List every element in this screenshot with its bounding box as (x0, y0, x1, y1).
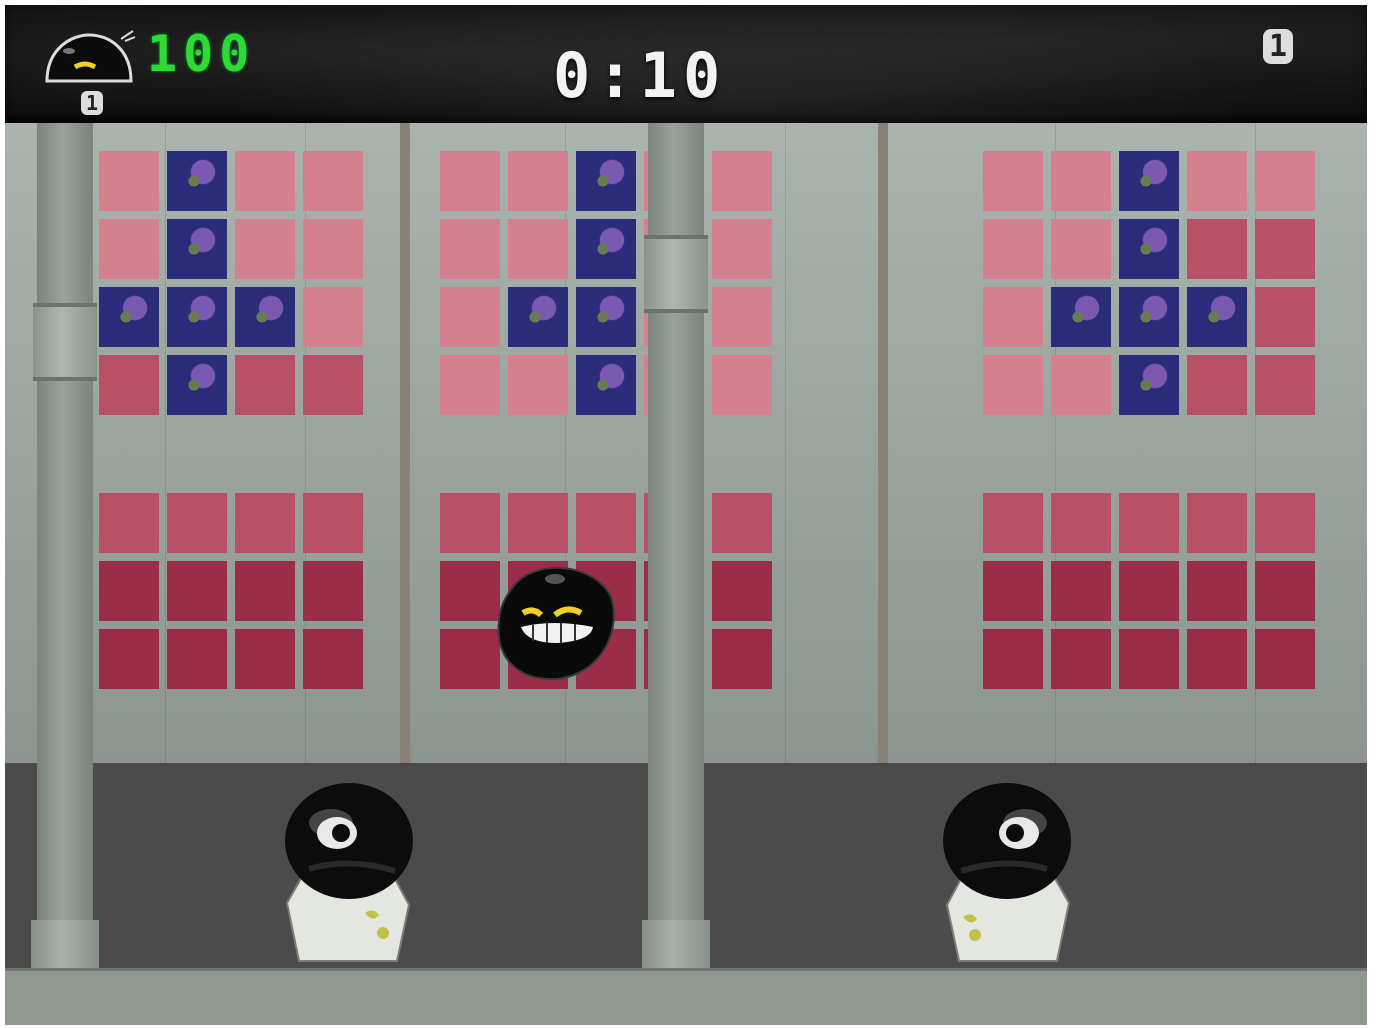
coat-guard-left[interactable] (273, 783, 423, 967)
column-band (644, 235, 708, 313)
stone-column (31, 123, 99, 968)
grinning-ball-enemy[interactable] (493, 557, 619, 683)
column-base (31, 920, 99, 968)
wall-divider (878, 123, 888, 763)
floor-ledge (5, 968, 1367, 1025)
game-viewport[interactable]: 100 1 0:10 1 (5, 5, 1367, 1025)
coat-guard-right[interactable] (933, 783, 1083, 967)
timer-display: 0:10 (553, 39, 727, 112)
lower-window-right (983, 493, 1315, 689)
column-band (33, 303, 97, 381)
score-display: 100 (147, 25, 256, 83)
level-scene (5, 123, 1367, 1025)
hud-bar: 100 1 0:10 1 (5, 5, 1367, 123)
stone-column (642, 123, 710, 968)
lower-window-left (99, 493, 363, 689)
lives-counter: 1 (81, 91, 104, 115)
player-head-icon (45, 30, 136, 83)
upper-window-left (99, 151, 363, 415)
item-counter: 1 (1263, 29, 1294, 64)
upper-window-middle (440, 151, 772, 415)
wall-divider (400, 123, 410, 763)
column-base (642, 920, 710, 968)
upper-window-right (983, 151, 1315, 415)
wall-seam (785, 123, 786, 763)
